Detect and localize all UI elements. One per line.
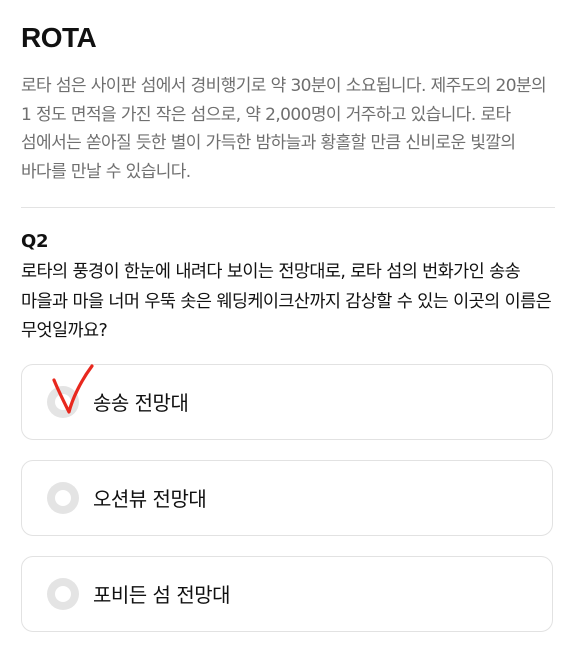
question-text: 로타의 풍경이 한눈에 내려다 보이는 전망대로, 로타 섬의 번화가인 송송 … xyxy=(21,262,552,341)
answer-option-3[interactable]: 포비든 섬 전망대 xyxy=(21,556,553,632)
divider xyxy=(21,207,555,208)
page-description: 로타 섬은 사이판 섬에서 경비행기로 약 30분이 소요됩니다. 제주도의 2… xyxy=(21,76,547,182)
radio-button-icon[interactable] xyxy=(47,482,79,514)
answer-option-2[interactable]: 오션뷰 전망대 xyxy=(21,460,553,536)
page-title: ROTA xyxy=(21,22,97,53)
answer-option-label: 송송 전망대 xyxy=(93,391,189,415)
radio-button-icon[interactable] xyxy=(47,386,79,418)
answer-option-label: 포비든 섬 전망대 xyxy=(93,583,231,607)
answer-option-label: 오션뷰 전망대 xyxy=(93,487,207,511)
answer-option-1[interactable]: 송송 전망대 xyxy=(21,364,553,440)
question-number: Q2 xyxy=(21,231,49,252)
radio-button-icon[interactable] xyxy=(47,578,79,610)
